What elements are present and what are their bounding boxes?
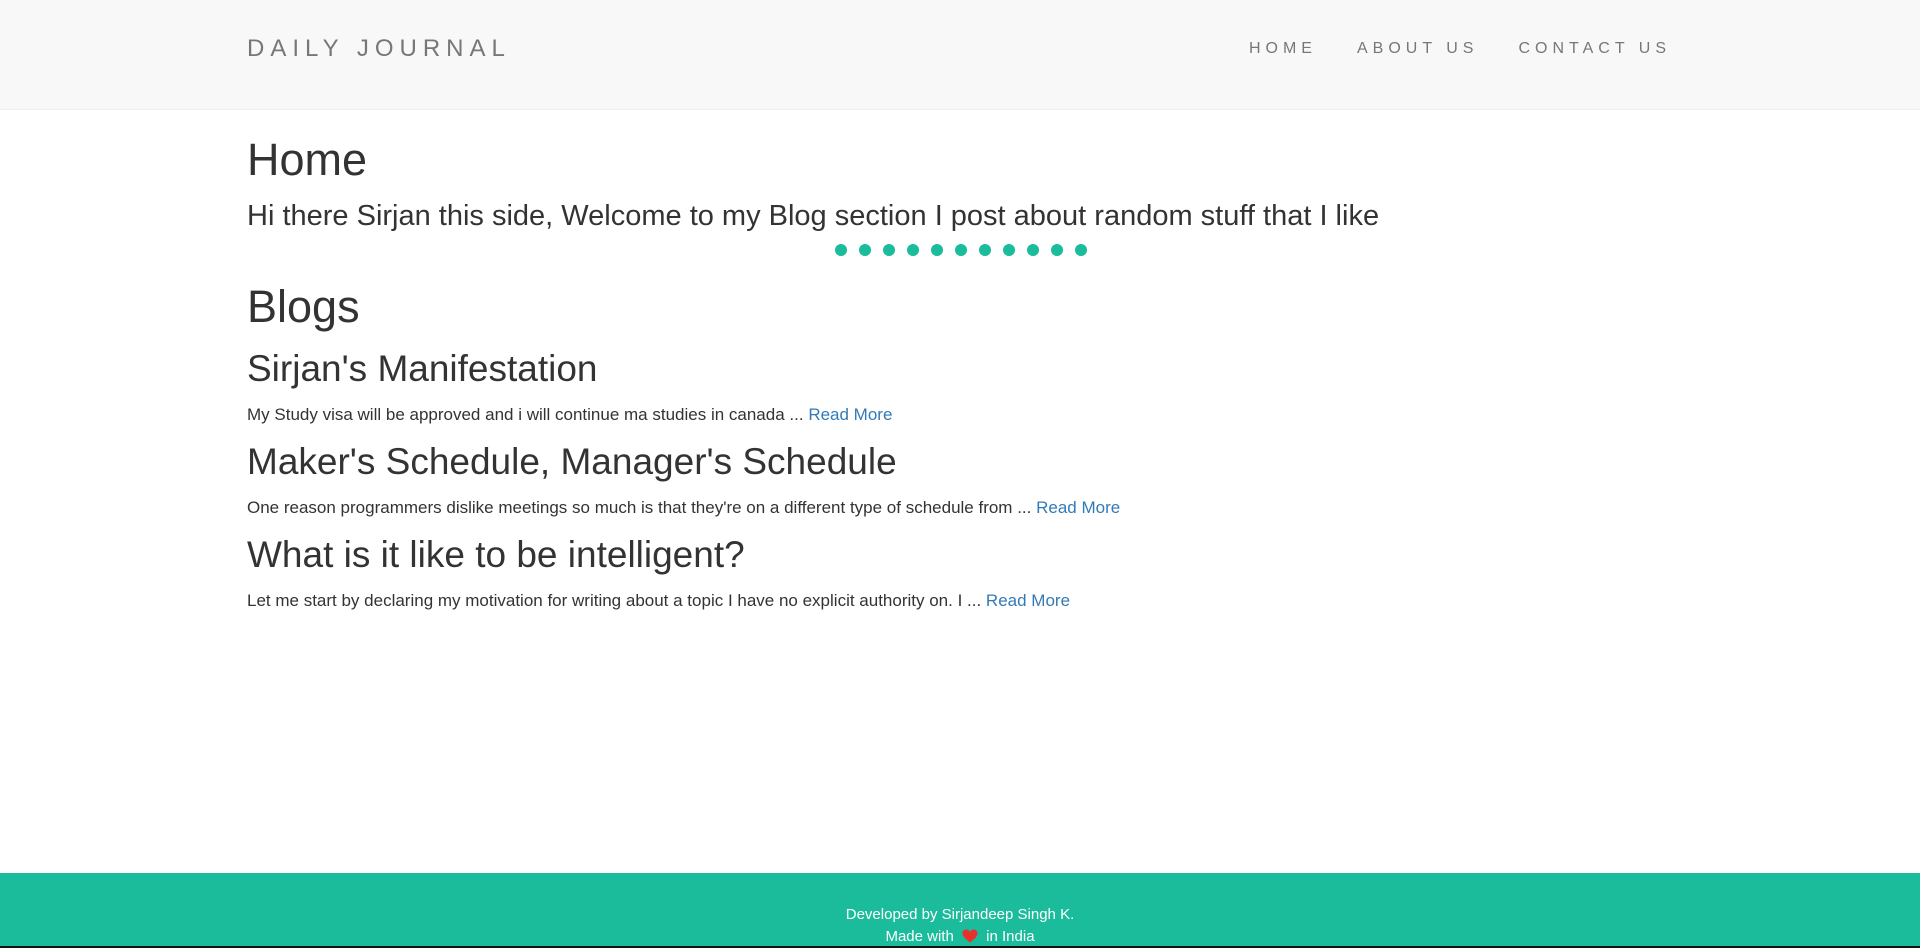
post-title: What is it like to be intelligent? [247,534,745,575]
divider-dot [835,244,847,256]
divider-dot [931,244,943,256]
page-title: Home [247,134,368,185]
post-excerpt-text: One reason programmers dislike meetings … [247,498,1032,517]
divider-dot [907,244,919,256]
post-excerpt: Let me start by declaring my motivation … [247,590,1673,612]
blogs-heading: Blogs [247,281,360,332]
post-excerpt-text: Let me start by declaring my motivation … [247,591,982,610]
divider-dot [979,244,991,256]
divider-dot [1051,244,1063,256]
read-more-link[interactable]: Read More [808,405,892,424]
page: DAILY JOURNAL HOME ABOUT US CONTACT US H… [0,0,1920,948]
post-title: Maker's Schedule, Manager's Schedule [247,441,897,482]
heart-icon [962,929,978,943]
divider-dot [955,244,967,256]
post-excerpt: One reason programmers dislike meetings … [247,497,1673,519]
nav-links: HOME ABOUT US CONTACT US [1249,40,1671,58]
nav-item-home: HOME [1249,40,1317,58]
divider-dot [883,244,895,256]
read-more-link[interactable]: Read More [1036,498,1120,517]
nav-item-contact: CONTACT US [1518,40,1671,58]
footer-developer-credit: Developed by Sirjandeep Singh K. [845,906,1075,923]
divider-dot [1075,244,1087,256]
dotted-divider [835,244,1673,256]
made-with-prefix: Made with [885,928,954,945]
intro-text: Hi there Sirjan this side, Welcome to my… [247,200,1380,232]
footer: Developed by Sirjandeep Singh K. Made wi… [0,873,1920,948]
nav-link-contact[interactable]: CONTACT US [1518,40,1671,57]
read-more-link[interactable]: Read More [986,591,1070,610]
main-content: Home Hi there Sirjan this side, Welcome … [247,110,1673,612]
post-excerpt: My Study visa will be approved and i wil… [247,404,1673,426]
navbar: DAILY JOURNAL HOME ABOUT US CONTACT US [0,0,1920,110]
blog-post: Sirjan's Manifestation My Study visa wil… [247,347,1673,426]
post-title: Sirjan's Manifestation [247,348,598,389]
nav-link-about[interactable]: ABOUT US [1357,40,1479,57]
blog-post: What is it like to be intelligent? Let m… [247,533,1673,612]
post-excerpt-text: My Study visa will be approved and i wil… [247,405,804,424]
nav-item-about: ABOUT US [1357,40,1479,58]
nav-link-home[interactable]: HOME [1249,40,1317,57]
footer-made-with: Made with in India [0,928,1920,946]
divider-dot [859,244,871,256]
divider-dot [1027,244,1039,256]
made-with-suffix: in India [986,928,1035,945]
blog-post: Maker's Schedule, Manager's Schedule One… [247,440,1673,519]
divider-dot [1003,244,1015,256]
brand-logo[interactable]: DAILY JOURNAL [247,35,511,63]
